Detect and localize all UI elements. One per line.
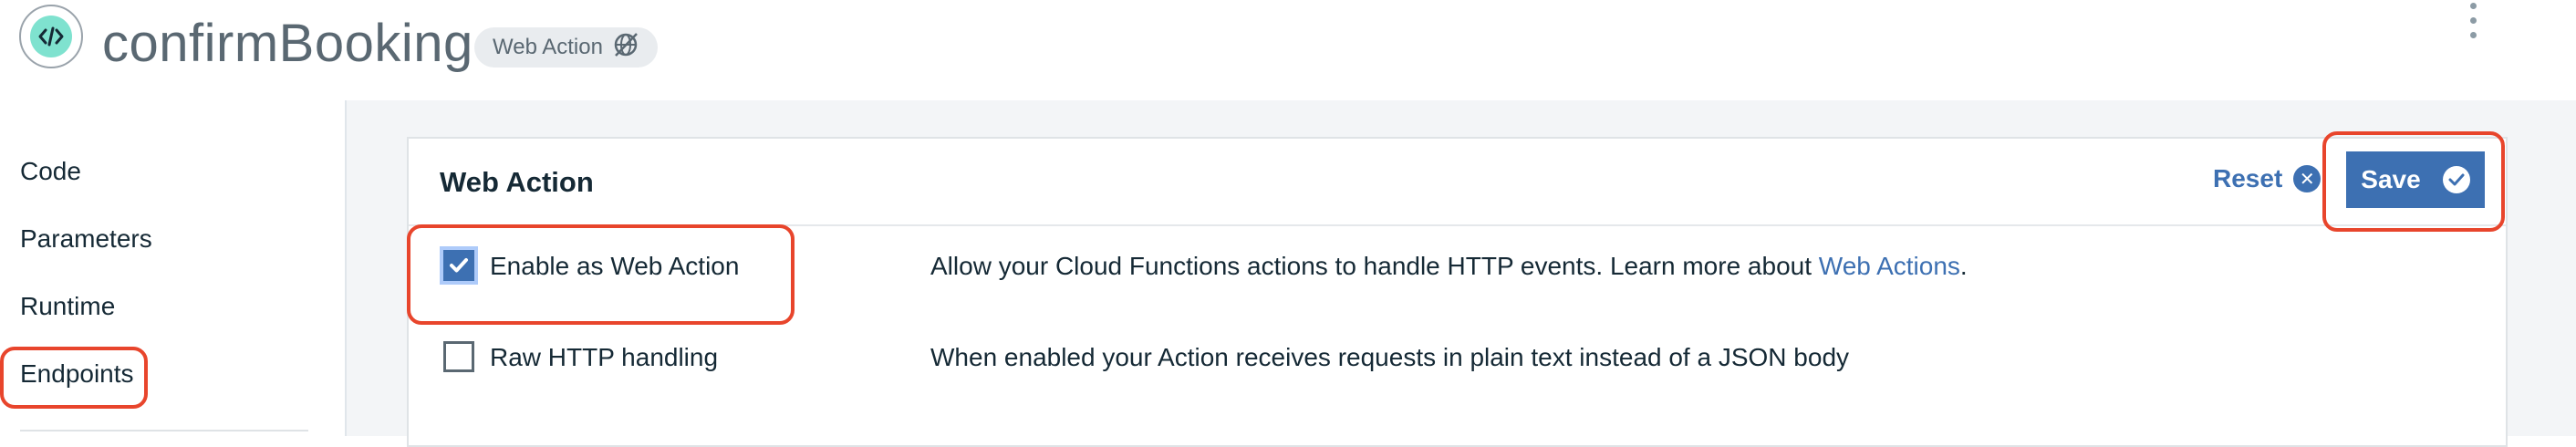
- web-action-badge: Web Action: [474, 27, 658, 68]
- kebab-menu-icon[interactable]: [2459, 0, 2487, 46]
- save-check-icon: [2442, 166, 2470, 193]
- sidebar-item-endpoints[interactable]: Endpoints: [20, 359, 134, 389]
- enable-web-action-row: Enable as Web Action Allow your Cloud Fu…: [409, 241, 2506, 296]
- raw-http-checkbox[interactable]: [443, 341, 474, 372]
- sidebar-divider: [20, 430, 308, 431]
- enable-web-action-label[interactable]: Enable as Web Action: [490, 252, 739, 281]
- description-text: Allow your Cloud Functions actions to ha…: [930, 252, 1819, 280]
- enable-web-action-description: Allow your Cloud Functions actions to ha…: [930, 252, 1968, 281]
- checkmark-icon: [450, 258, 468, 273]
- page-header: confirmBooking Web Action: [0, 0, 2576, 100]
- save-button[interactable]: Save: [2346, 151, 2485, 208]
- enable-web-action-checkbox[interactable]: [443, 250, 474, 281]
- raw-http-description: When enabled your Action receives reques…: [930, 343, 1850, 371]
- side-navigation: Code Parameters Runtime Endpoints: [0, 100, 347, 436]
- reset-label: Reset: [2213, 164, 2283, 192]
- raw-http-row: Raw HTTP handling When enabled your Acti…: [409, 332, 2506, 387]
- card-title: Web Action: [440, 166, 594, 198]
- save-label: Save: [2361, 165, 2421, 193]
- card-header: Web Action Reset ✕ Save: [409, 139, 2506, 226]
- main-content: Web Action Reset ✕ Save Enable as Web Ac…: [347, 100, 2576, 447]
- reset-button[interactable]: Reset ✕: [2213, 164, 2322, 193]
- sidebar-item-code[interactable]: Code: [20, 157, 81, 186]
- reset-x-icon: ✕: [2293, 165, 2322, 192]
- web-action-card: Web Action Reset ✕ Save Enable as Web Ac…: [407, 137, 2508, 447]
- page-title: confirmBooking: [102, 14, 473, 73]
- web-actions-link[interactable]: Web Actions: [1819, 252, 1960, 280]
- description-trailing: .: [1959, 252, 1968, 280]
- code-icon: [19, 5, 83, 68]
- web-action-disabled-icon: [612, 31, 639, 65]
- raw-http-label[interactable]: Raw HTTP handling: [490, 343, 718, 372]
- sidebar-item-runtime[interactable]: Runtime: [20, 292, 115, 321]
- badge-label: Web Action: [493, 35, 603, 59]
- sidebar-item-parameters[interactable]: Parameters: [20, 224, 152, 254]
